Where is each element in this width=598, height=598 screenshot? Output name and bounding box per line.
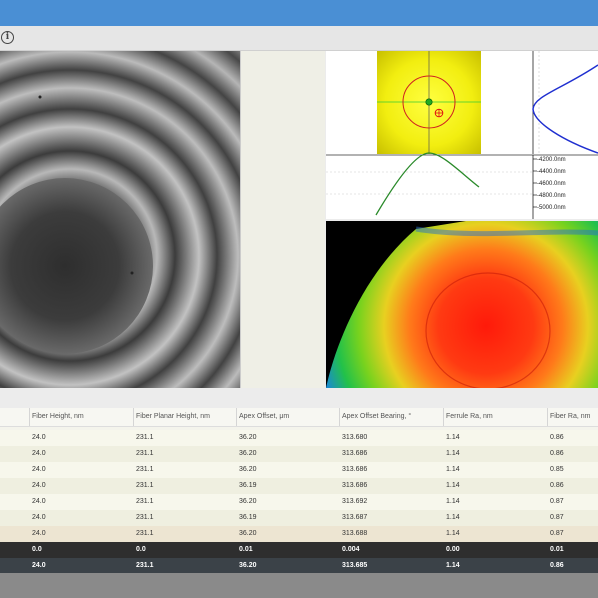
table-row[interactable]: 24.0 231.1 36.20 313.686 1.14 0.86 bbox=[0, 446, 598, 462]
table-row[interactable]: 24.0 231.1 36.20 313.688 1.14 0.87 bbox=[0, 526, 598, 542]
column-header-fiber-ra[interactable]: Fiber Ra, nm bbox=[550, 413, 590, 420]
info-icon[interactable]: i bbox=[1, 31, 14, 44]
fiber-center-marker bbox=[425, 98, 433, 106]
table-row[interactable]: 24.0 231.1 36.19 313.686 1.14 0.86 bbox=[0, 478, 598, 494]
side-panel bbox=[240, 51, 325, 388]
column-header-ferrule-ra[interactable]: Ferrule Ra, nm bbox=[446, 413, 493, 420]
summary-row-mean: 24.0 231.1 36.20 313.685 1.14 0.86 bbox=[0, 558, 598, 574]
profile-tick-label: -4200.0nm bbox=[537, 157, 566, 163]
horizontal-profile-line bbox=[375, 152, 480, 216]
topography-panel: -4200.0nm -4400.0nm -4600.0nm -4800.0nm -500… bbox=[326, 51, 598, 219]
3d-height-map bbox=[326, 221, 598, 388]
profile-tick-label: -4800.0nm bbox=[537, 193, 566, 199]
table-row[interactable]: 24.0 231.1 36.20 313.680 1.14 0.86 bbox=[0, 430, 598, 446]
column-header-apex-offset-bearing[interactable]: Apex Offset Bearing, ° bbox=[342, 413, 411, 420]
profile-tick-label: -4600.0nm bbox=[537, 181, 566, 187]
title-bar bbox=[0, 0, 598, 26]
panel-splitter[interactable] bbox=[0, 388, 598, 408]
column-header-apex-offset[interactable]: Apex Offset, μm bbox=[239, 413, 289, 420]
results-table: Fiber Height, nm Fiber Planar Height, nm… bbox=[0, 408, 598, 598]
profile-tick-label: -4400.0nm bbox=[537, 169, 566, 175]
vertical-profile-line bbox=[532, 64, 598, 154]
table-row[interactable]: 24.0 231.1 36.19 313.687 1.14 0.87 bbox=[0, 510, 598, 526]
column-header-fiber-planar-height[interactable]: Fiber Planar Height, nm bbox=[136, 413, 210, 420]
table-row[interactable]: 24.0 231.1 36.20 313.692 1.14 0.87 bbox=[0, 494, 598, 510]
table-row[interactable]: 24.0 231.1 36.20 313.686 1.14 0.85 bbox=[0, 462, 598, 478]
column-header-fiber-height[interactable]: Fiber Height, nm bbox=[32, 413, 84, 420]
profile-tick-label: -5000.0nm bbox=[537, 205, 566, 211]
status-bar bbox=[0, 573, 598, 598]
interferogram-image bbox=[0, 51, 240, 388]
toolbar bbox=[0, 26, 598, 51]
table-header: Fiber Height, nm Fiber Planar Height, nm… bbox=[0, 408, 598, 427]
summary-row-range: 0.0 0.0 0.01 0.004 0.00 0.01 bbox=[0, 542, 598, 558]
